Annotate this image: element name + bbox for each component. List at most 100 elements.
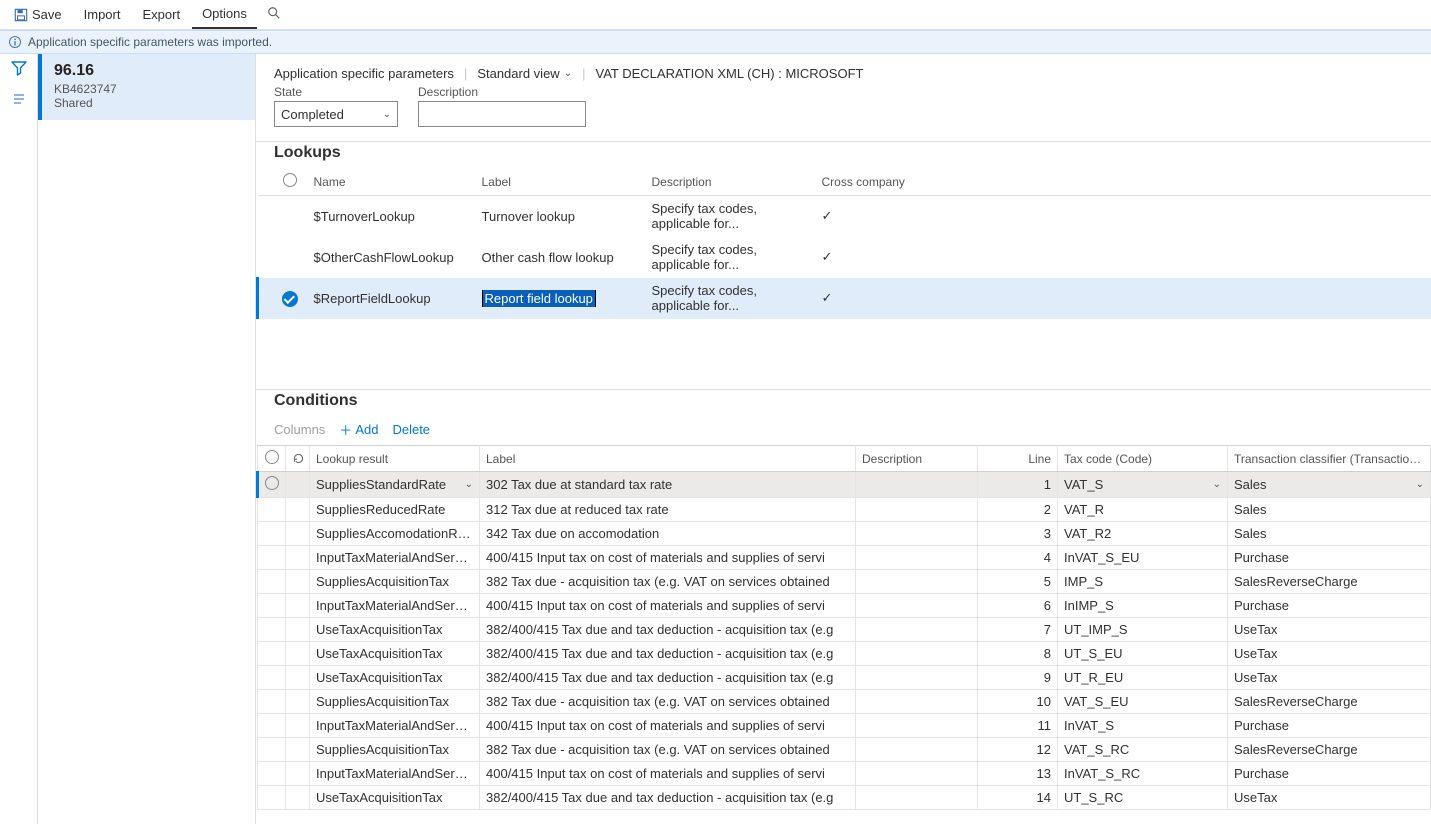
cell-description[interactable] bbox=[856, 546, 978, 570]
cell-lookup-result[interactable]: SuppliesAcquisitionTax bbox=[310, 738, 480, 762]
lookups-select-all[interactable] bbox=[274, 168, 306, 196]
lookups-col-cross[interactable]: Cross company bbox=[814, 168, 1431, 196]
cell-lookup-result[interactable]: UseTaxAcquisitionTax bbox=[310, 642, 480, 666]
cell-description[interactable] bbox=[856, 786, 978, 810]
cell-label[interactable]: 400/415 Input tax on cost of materials a… bbox=[480, 714, 856, 738]
cell-transaction-classifier[interactable]: Purchase bbox=[1228, 546, 1431, 570]
cell-transaction-classifier[interactable]: Sales⌄ bbox=[1228, 472, 1431, 498]
cell-transaction-classifier[interactable]: UseTax bbox=[1228, 786, 1431, 810]
col-tax-code[interactable]: Tax code (Code) bbox=[1058, 446, 1228, 472]
cell-lookup-result[interactable]: InputTaxMaterialAndServices bbox=[310, 594, 480, 618]
cell-transaction-classifier[interactable]: SalesReverseCharge bbox=[1228, 738, 1431, 762]
cell-lookup-result[interactable]: UseTaxAcquisitionTax bbox=[310, 618, 480, 642]
condition-row[interactable]: UseTaxAcquisitionTax382/400/415 Tax due … bbox=[258, 642, 1431, 666]
cell-label[interactable]: 382/400/415 Tax due and tax deduction - … bbox=[480, 786, 856, 810]
cell-label[interactable]: 382 Tax due - acquisition tax (e.g. VAT … bbox=[480, 690, 856, 714]
row-select-icon[interactable] bbox=[265, 476, 279, 490]
cell-description[interactable] bbox=[856, 714, 978, 738]
cell-transaction-classifier[interactable]: UseTax bbox=[1228, 666, 1431, 690]
cell-tax-code[interactable]: VAT_S_RC bbox=[1058, 738, 1228, 762]
cell-lookup-result[interactable]: SuppliesReducedRate bbox=[310, 498, 480, 522]
cell-label[interactable]: 382/400/415 Tax due and tax deduction - … bbox=[480, 666, 856, 690]
cell-tax-code[interactable]: UT_IMP_S bbox=[1058, 618, 1228, 642]
description-input[interactable] bbox=[418, 101, 586, 127]
cell-transaction-classifier[interactable]: Purchase bbox=[1228, 714, 1431, 738]
add-button[interactable]: ＋Add bbox=[339, 420, 378, 439]
cell-line[interactable]: 14 bbox=[978, 786, 1058, 810]
export-button[interactable]: Export bbox=[132, 0, 190, 29]
options-button[interactable]: Options bbox=[192, 0, 257, 29]
save-button[interactable]: Save bbox=[4, 0, 72, 29]
cell-label[interactable]: 400/415 Input tax on cost of materials a… bbox=[480, 546, 856, 570]
cell-description[interactable] bbox=[856, 642, 978, 666]
cell-line[interactable]: 4 bbox=[978, 546, 1058, 570]
cell-description[interactable] bbox=[856, 498, 978, 522]
cell-tax-code[interactable]: InIMP_S bbox=[1058, 594, 1228, 618]
condition-row[interactable]: SuppliesAcquisitionTax382 Tax due - acqu… bbox=[258, 570, 1431, 594]
cell-transaction-classifier[interactable]: SalesReverseCharge bbox=[1228, 570, 1431, 594]
cell-line[interactable]: 9 bbox=[978, 666, 1058, 690]
cell-lookup-result[interactable]: InputTaxMaterialAndServices bbox=[310, 762, 480, 786]
cell-description[interactable] bbox=[856, 570, 978, 594]
cell-tax-code[interactable]: VAT_S⌄ bbox=[1058, 472, 1228, 498]
cell-line[interactable]: 1 bbox=[978, 472, 1058, 498]
cell-lookup-result[interactable]: SuppliesAcquisitionTax bbox=[310, 570, 480, 594]
condition-row[interactable]: InputTaxMaterialAndServices400/415 Input… bbox=[258, 762, 1431, 786]
cell-tax-code[interactable]: VAT_R2 bbox=[1058, 522, 1228, 546]
lookups-col-desc[interactable]: Description bbox=[644, 168, 814, 196]
cell-line[interactable]: 8 bbox=[978, 642, 1058, 666]
list-icon[interactable] bbox=[11, 91, 27, 110]
delete-button[interactable]: Delete bbox=[392, 422, 430, 437]
cell-line[interactable]: 3 bbox=[978, 522, 1058, 546]
col-description[interactable]: Description bbox=[856, 446, 978, 472]
tax-code-dropdown[interactable]: VAT_S⌄ bbox=[1064, 477, 1221, 492]
cell-tax-code[interactable]: UT_S_EU bbox=[1058, 642, 1228, 666]
cell-label[interactable]: 382 Tax due - acquisition tax (e.g. VAT … bbox=[480, 570, 856, 594]
condition-row[interactable]: SuppliesAccomodationRate342 Tax due on a… bbox=[258, 522, 1431, 546]
view-selector[interactable]: Standard view ⌄ bbox=[477, 66, 572, 81]
transaction-classifier-dropdown[interactable]: Sales⌄ bbox=[1234, 477, 1424, 492]
condition-row[interactable]: SuppliesAcquisitionTax382 Tax due - acqu… bbox=[258, 690, 1431, 714]
condition-row[interactable]: UseTaxAcquisitionTax382/400/415 Tax due … bbox=[258, 786, 1431, 810]
conditions-select-all[interactable] bbox=[258, 446, 286, 472]
condition-row[interactable]: SuppliesReducedRate312 Tax due at reduce… bbox=[258, 498, 1431, 522]
filter-icon[interactable] bbox=[11, 60, 27, 79]
condition-row[interactable]: SuppliesStandardRate⌄302 Tax due at stan… bbox=[258, 472, 1431, 498]
lookups-col-name[interactable]: Name bbox=[306, 168, 474, 196]
state-select[interactable]: Completed ⌄ bbox=[274, 101, 398, 127]
condition-row[interactable]: InputTaxMaterialAndServices400/415 Input… bbox=[258, 546, 1431, 570]
cell-line[interactable]: 6 bbox=[978, 594, 1058, 618]
cell-line[interactable]: 12 bbox=[978, 738, 1058, 762]
lookup-result-dropdown[interactable]: SuppliesStandardRate⌄ bbox=[316, 477, 473, 492]
cell-line[interactable]: 2 bbox=[978, 498, 1058, 522]
lookup-row[interactable]: $TurnoverLookupTurnover lookupSpecify ta… bbox=[258, 196, 1431, 237]
version-card[interactable]: 96.16 KB4623747 Shared bbox=[38, 54, 255, 120]
lookup-row[interactable]: $OtherCashFlowLookupOther cash flow look… bbox=[258, 237, 1431, 278]
col-lookup-result[interactable]: Lookup result bbox=[310, 446, 480, 472]
cell-tax-code[interactable]: InVAT_S bbox=[1058, 714, 1228, 738]
cell-tax-code[interactable]: VAT_S_EU bbox=[1058, 690, 1228, 714]
condition-row[interactable]: UseTaxAcquisitionTax382/400/415 Tax due … bbox=[258, 666, 1431, 690]
cell-label[interactable]: 342 Tax due on accomodation bbox=[480, 522, 856, 546]
cell-label[interactable]: 312 Tax due at reduced tax rate bbox=[480, 498, 856, 522]
cell-lookup-result[interactable]: InputTaxMaterialAndServices bbox=[310, 714, 480, 738]
cell-description[interactable] bbox=[856, 618, 978, 642]
cell-transaction-classifier[interactable]: SalesReverseCharge bbox=[1228, 690, 1431, 714]
cell-description[interactable] bbox=[856, 472, 978, 498]
cell-label[interactable]: 400/415 Input tax on cost of materials a… bbox=[480, 762, 856, 786]
cell-line[interactable]: 5 bbox=[978, 570, 1058, 594]
cell-description[interactable] bbox=[856, 594, 978, 618]
cell-transaction-classifier[interactable]: UseTax bbox=[1228, 618, 1431, 642]
cell-tax-code[interactable]: UT_S_RC bbox=[1058, 786, 1228, 810]
cell-label[interactable]: 400/415 Input tax on cost of materials a… bbox=[480, 594, 856, 618]
cell-description[interactable] bbox=[856, 666, 978, 690]
cell-description[interactable] bbox=[856, 762, 978, 786]
lookup-label-editing[interactable]: Report field lookup bbox=[482, 290, 596, 307]
columns-button[interactable]: Columns bbox=[274, 422, 325, 437]
condition-row[interactable]: InputTaxMaterialAndServices400/415 Input… bbox=[258, 594, 1431, 618]
condition-row[interactable]: UseTaxAcquisitionTax382/400/415 Tax due … bbox=[258, 618, 1431, 642]
refresh-column[interactable] bbox=[286, 446, 310, 472]
lookup-row[interactable]: $ReportFieldLookupReport field lookupSpe… bbox=[258, 278, 1431, 319]
condition-row[interactable]: InputTaxMaterialAndServices400/415 Input… bbox=[258, 714, 1431, 738]
condition-row[interactable]: SuppliesAcquisitionTax382 Tax due - acqu… bbox=[258, 738, 1431, 762]
